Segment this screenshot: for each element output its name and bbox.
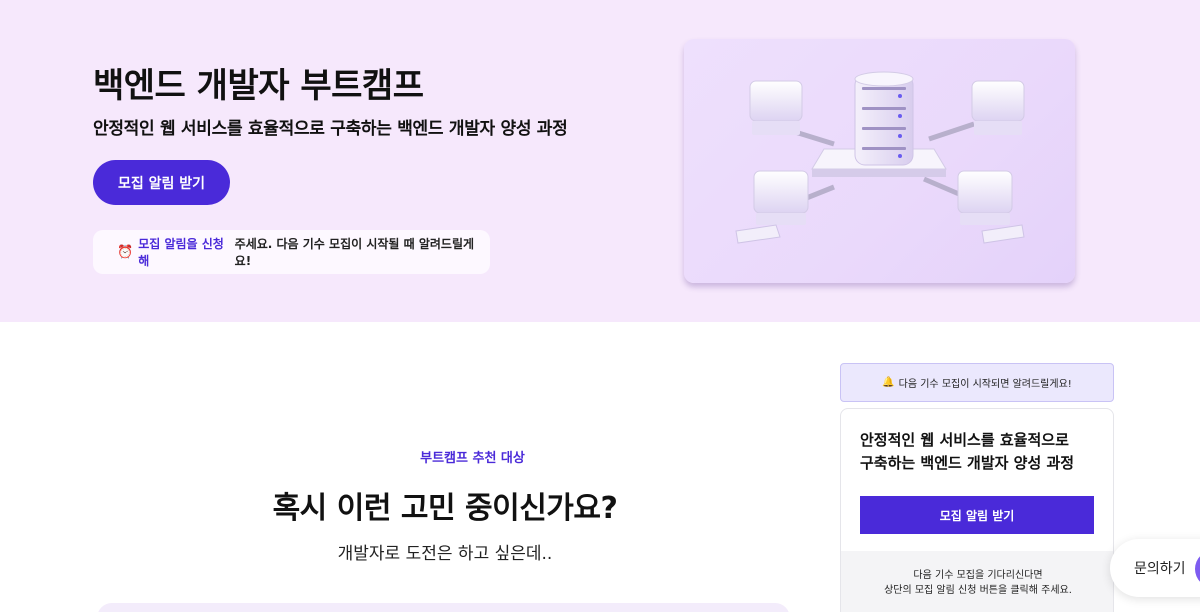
server-network-illustration <box>684 39 1075 283</box>
card-title-line-2: 구축하는 백엔드 개발자 양성 과정 <box>860 454 1075 472</box>
notice-highlight-text: 모집 알림을 신청해 <box>138 237 224 268</box>
hero-title: 백엔드 개발자 부트캠프 <box>93 66 424 106</box>
card-title: 안정적인 웹 서비스를 효율적으로 구축하는 백엔드 개발자 양성 과정 <box>860 429 1100 475</box>
server-network-icon <box>735 71 1025 244</box>
hero-subtitle: 안정적인 웹 서비스를 효율적으로 구축하는 백엔드 개발자 양성 과정 <box>93 119 568 139</box>
section-description: 개발자로 도전은 하고 싶은데.. <box>337 544 553 564</box>
bell-icon: 🔔 <box>882 377 895 388</box>
chat-icon <box>1195 550 1200 588</box>
card-footer-line-2: 상단의 모집 알림 신청 버튼을 클릭해 주세요. <box>884 585 1072 596</box>
hero-notify-button[interactable]: 모집 알림 받기 <box>93 160 230 205</box>
course-summary-card: 안정적인 웹 서비스를 효율적으로 구축하는 백엔드 개발자 양성 과정 모집 … <box>840 408 1114 612</box>
banner-text: 다음 기수 모집이 시작되면 알려드릴게요! <box>898 379 1072 390</box>
contact-label: 문의하기 <box>1134 561 1186 577</box>
notice-text: 주세요. 다음 기수 모집이 시작될 때 알려드릴게요! <box>234 237 475 268</box>
section-title: 혹시 이런 고민 중이신가요? <box>272 491 618 526</box>
hero-notice-box: ⏰ 모집 알림을 신청해 주세요. 다음 기수 모집이 시작될 때 알려드릴게요… <box>93 230 490 274</box>
recruit-notice-banner: 🔔 다음 기수 모집이 시작되면 알려드릴게요! <box>840 363 1114 402</box>
alarm-clock-icon: ⏰ <box>117 244 134 260</box>
card-footer: 다음 기수 모집을 기다리신다면 상단의 모집 알림 신청 버튼을 클릭해 주세… <box>841 551 1113 612</box>
section-eyebrow: 부트캠프 추천 대상 <box>420 451 525 466</box>
hero-section: 백엔드 개발자 부트캠프 안정적인 웹 서비스를 효율적으로 구축하는 백엔드 … <box>0 0 1200 322</box>
concern-card <box>97 603 790 612</box>
contact-button[interactable]: 문의하기 <box>1110 539 1200 597</box>
card-footer-line-1: 다음 기수 모집을 기다리신다면 <box>913 570 1043 581</box>
card-title-line-1: 안정적인 웹 서비스를 효율적으로 <box>860 431 1069 449</box>
card-notify-button[interactable]: 모집 알림 받기 <box>860 496 1094 534</box>
